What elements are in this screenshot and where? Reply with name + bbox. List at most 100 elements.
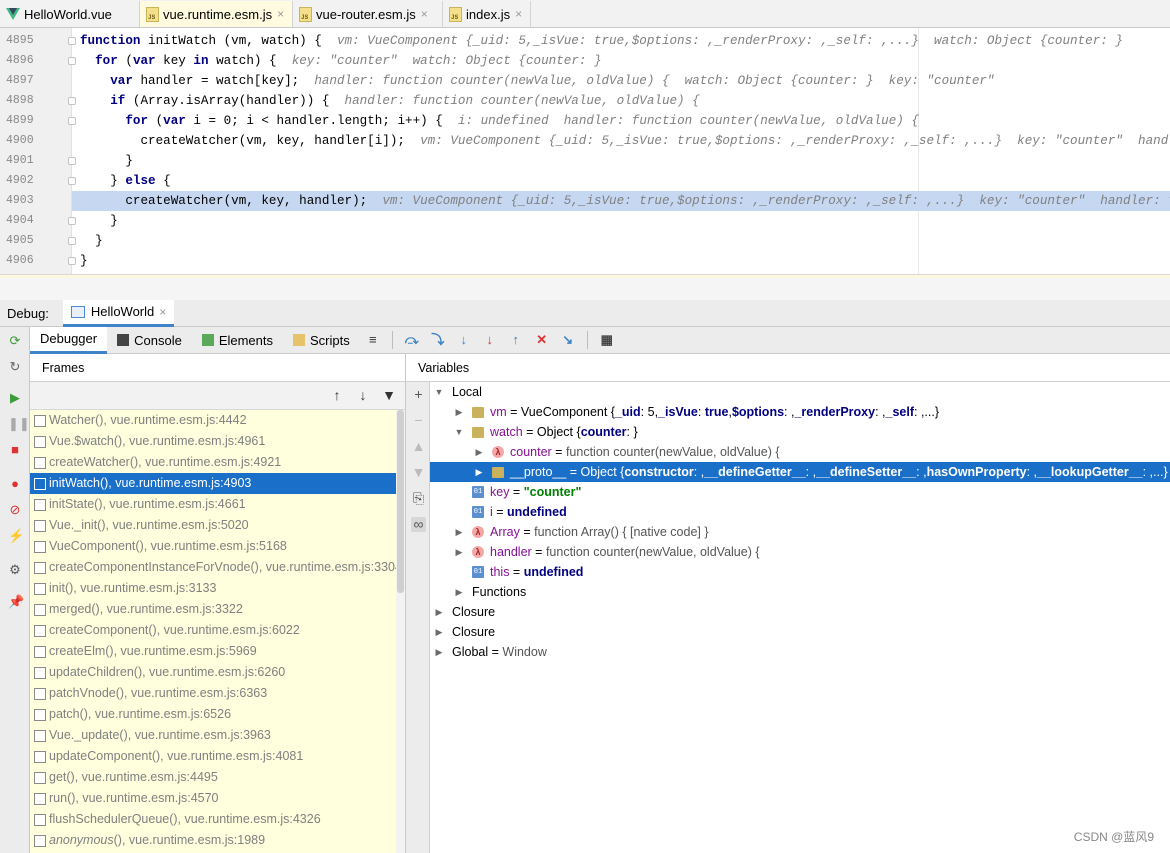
variable-row[interactable]: ▶ Global = Window [430, 642, 1170, 662]
code-line[interactable]: } [72, 151, 1170, 171]
frame-item[interactable]: initWatch(), vue.runtime.esm.js:4903 [30, 473, 396, 494]
code-line[interactable]: if (Array.isArray(handler)) { handler: f… [72, 91, 1170, 111]
frame-item[interactable]: run(), vue.runtime.esm.js:4570 [30, 788, 396, 809]
frame-item[interactable]: patchVnode(), vue.runtime.esm.js:6363 [30, 683, 396, 704]
chevron-right-icon[interactable]: ▶ [434, 602, 444, 622]
remove-watch-icon[interactable]: − [411, 413, 426, 428]
step-out-icon[interactable]: ↑ [508, 332, 524, 348]
chevron-down-icon[interactable]: ▼ [434, 382, 444, 402]
chevron-right-icon[interactable]: ▶ [454, 522, 464, 542]
frame-item[interactable]: get(), vue.runtime.esm.js:4495 [30, 767, 396, 788]
pause-icon[interactable]: ❚❚ [8, 417, 30, 431]
file-tab[interactable]: JS index.js × [443, 1, 531, 27]
code-editor[interactable]: 4895 4896 4897 4898 4899 4900 4901 4902 4903 4904… [0, 28, 1170, 274]
frame-item[interactable]: updateComponent(), vue.runtime.esm.js:40… [30, 746, 396, 767]
add-watch-icon[interactable]: + [411, 387, 426, 402]
frame-item[interactable]: Vue._update(), vue.runtime.esm.js:3963 [30, 725, 396, 746]
evaluate-expression-icon[interactable]: ▦ [599, 332, 615, 348]
debug-session-tab[interactable]: HelloWorld × [62, 299, 175, 327]
tab-console[interactable]: Console [107, 327, 192, 354]
menu-icon[interactable]: ≡ [365, 332, 381, 348]
frame-item[interactable]: Vue._init(), vue.runtime.esm.js:5020 [30, 515, 396, 536]
code-line[interactable]: } [72, 211, 1170, 231]
arrow-up-icon[interactable]: ↑ [330, 388, 344, 402]
resume-icon[interactable]: ▶ [8, 391, 22, 405]
chevron-right-icon[interactable]: ▶ [474, 462, 484, 482]
run-to-cursor-icon[interactable]: ↘ [560, 332, 576, 348]
tab-elements[interactable]: Elements [192, 327, 283, 354]
chevron-right-icon[interactable]: ▶ [454, 402, 464, 422]
variable-row[interactable]: ▶ λ Array = function Array() { [native cod… [430, 522, 1170, 542]
frame-item[interactable]: createComponent(), vue.runtime.esm.js:60… [30, 620, 396, 641]
show-execution-point-icon[interactable]: ⤼ [404, 332, 420, 348]
variable-row[interactable]: ▶ Closure [430, 622, 1170, 642]
variable-row[interactable]: ▶ __proto__ = Object {constructor: ,__def… [430, 462, 1170, 482]
code-line[interactable]: } else { [72, 171, 1170, 191]
frame-item[interactable]: initState(), vue.runtime.esm.js:4661 [30, 494, 396, 515]
variable-row[interactable]: 01 this = undefined [430, 562, 1170, 582]
tab-scripts[interactable]: Scripts [283, 327, 360, 354]
frame-item[interactable]: VueComponent(), vue.runtime.esm.js:5168 [30, 536, 396, 557]
frames-scrollbar[interactable] [396, 410, 405, 853]
frame-item[interactable]: updateChildren(), vue.runtime.esm.js:626… [30, 662, 396, 683]
file-tab[interactable]: JS vue-router.esm.js × [293, 1, 443, 27]
drop-frame-icon[interactable]: ✕ [534, 332, 550, 348]
mute-breakpoints-icon[interactable]: ⊘ [8, 503, 22, 517]
gear-icon[interactable]: ⚙ [8, 563, 22, 577]
tab-debugger[interactable]: Debugger [30, 326, 108, 354]
code-line[interactable]: } [72, 231, 1170, 251]
frame-item[interactable]: anonymous(), vue.runtime.esm.js:1989 [30, 830, 396, 851]
stop-icon[interactable]: ■ [8, 443, 22, 457]
filter-icon[interactable]: ▼ [382, 388, 396, 402]
restart-icon[interactable]: ↻ [8, 360, 22, 374]
frame-item[interactable]: Vue.$watch(), vue.runtime.esm.js:4961 [30, 431, 396, 452]
move-up-icon[interactable]: ▲ [411, 439, 426, 454]
frame-item[interactable]: flushSchedulerQueue(), vue.runtime.esm.j… [30, 809, 396, 830]
chevron-right-icon[interactable]: ▶ [454, 582, 464, 602]
chevron-right-icon[interactable]: ▶ [434, 642, 444, 662]
variable-row[interactable]: 01 key = "counter" [430, 482, 1170, 502]
variable-row[interactable]: ▶ λ handler = function counter(newValue, o… [430, 542, 1170, 562]
variable-row[interactable]: ▼ Local [430, 382, 1170, 402]
frames-scrollbar-thumb[interactable] [397, 410, 404, 593]
close-icon[interactable]: × [515, 7, 522, 21]
code-line[interactable]: for (var key in watch) { key: "counter" … [72, 51, 1170, 71]
force-step-into-icon[interactable]: ↓ [482, 332, 498, 348]
code-line[interactable]: function initWatch (vm, watch) { vm: Vue… [72, 31, 1170, 51]
frame-item[interactable]: patch(), vue.runtime.esm.js:6526 [30, 704, 396, 725]
glasses-icon[interactable]: ∞ [411, 517, 426, 532]
pin-icon[interactable]: 📌 [8, 595, 24, 609]
view-breakpoints-icon[interactable]: ● [8, 477, 22, 491]
chevron-right-icon[interactable]: ▶ [434, 622, 444, 642]
close-icon[interactable]: × [159, 305, 166, 319]
frame-item[interactable]: createWatcher(), vue.runtime.esm.js:4921 [30, 452, 396, 473]
variable-row[interactable]: ▶ Closure [430, 602, 1170, 622]
arrow-down-icon[interactable]: ↓ [356, 388, 370, 402]
code-line[interactable]: for (var i = 0; i < handler.length; i++)… [72, 111, 1170, 131]
chevron-right-icon[interactable]: ▶ [454, 542, 464, 562]
variable-row[interactable]: 01 i = undefined [430, 502, 1170, 522]
frame-item[interactable]: merged(), vue.runtime.esm.js:3322 [30, 599, 396, 620]
chevron-right-icon[interactable]: ▶ [474, 442, 484, 462]
close-icon[interactable]: × [421, 7, 428, 21]
variable-row[interactable]: ▶ Functions [430, 582, 1170, 602]
chevron-down-icon[interactable]: ▼ [454, 422, 464, 442]
close-icon[interactable]: × [277, 7, 284, 21]
file-tab[interactable]: JS vue.runtime.esm.js × [140, 1, 293, 27]
frame-item[interactable]: createElm(), vue.runtime.esm.js:5969 [30, 641, 396, 662]
frame-item[interactable]: init(), vue.runtime.esm.js:3133 [30, 578, 396, 599]
step-over-icon[interactable]: ⤵ [430, 332, 446, 348]
rerun-icon[interactable]: ⟳ [8, 334, 22, 348]
code-line[interactable]: } [72, 251, 1170, 271]
lightning-icon[interactable]: ⚡ [8, 529, 24, 543]
step-into-icon[interactable]: ↓ [456, 332, 472, 348]
copy-icon[interactable]: ⎘ [411, 491, 426, 506]
variable-row[interactable]: ▶ vm = VueComponent {_uid: 5,_isVue: true… [430, 402, 1170, 422]
frame-item[interactable]: Watcher(), vue.runtime.esm.js:4442 [30, 410, 396, 431]
variable-row[interactable]: ▶ λ counter = function counter(newValue, o… [430, 442, 1170, 462]
variable-row[interactable]: ▼ watch = Object {counter: } [430, 422, 1170, 442]
file-tab[interactable]: HelloWorld.vue [0, 1, 140, 27]
code-line[interactable]: createWatcher(vm, key, handler[i]); vm: … [72, 131, 1170, 151]
frame-item[interactable]: createComponentInstanceForVnode(), vue.r… [30, 557, 396, 578]
frames-list[interactable]: Watcher(), vue.runtime.esm.js:4442 Vue.$w… [30, 410, 396, 853]
